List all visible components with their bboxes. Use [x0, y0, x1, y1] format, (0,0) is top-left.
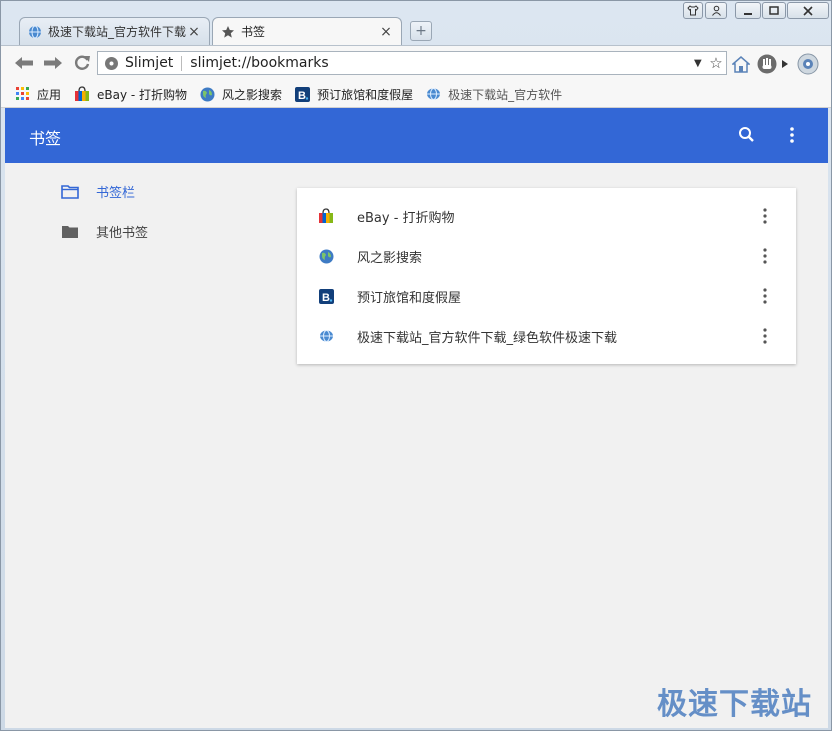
list-item[interactable]: 风之影搜索 [297, 236, 796, 276]
site-name: Slimjet [125, 55, 174, 71]
bookmark-ebay[interactable]: eBay - 打折购物 [74, 86, 187, 103]
apps-grid-icon [16, 87, 29, 100]
shopping-bag-icon [75, 86, 90, 101]
bookmarks-bar: 应用 eBay - 打折购物 风之影搜索 B 预订旅馆和度假屋 极速下载站_官方… [1, 81, 831, 108]
sidebar-item-label: 其他书签 [96, 226, 149, 241]
svg-text:B: B [322, 292, 330, 304]
bookmark-list-card: eBay - 打折购物 风之影搜索 B 预订旅馆和度假屋 极速下载站_官方软件下… [297, 188, 796, 364]
globe-icon [200, 87, 215, 101]
sidebar-item-other-bookmarks[interactable]: 其他书签 [61, 222, 148, 241]
maximize-icon [769, 6, 779, 15]
bookmark-label: 预订旅馆和度假屋 [357, 290, 462, 306]
settings-gear-icon [797, 53, 819, 75]
bookmark-booking[interactable]: B 预订旅馆和度假屋 [295, 86, 413, 103]
tab-bookmarks[interactable]: 书签 × [212, 17, 402, 45]
page-title: 书签 [29, 129, 62, 148]
dropdown-arrow-icon[interactable]: ▼ [694, 58, 706, 69]
shopping-bag-icon [318, 208, 334, 224]
globe-icon [318, 248, 334, 264]
chevron-right-icon [782, 60, 788, 68]
site-info-icon[interactable] [105, 56, 118, 70]
globe-icon [427, 88, 441, 100]
globe-icon [29, 25, 41, 38]
tab-strip: 极速下载站_官方软件下载 × 书签 × + [1, 1, 831, 45]
tab-jisu[interactable]: 极速下载站_官方软件下载 × [19, 17, 210, 45]
close-window-button[interactable] [787, 2, 829, 19]
sidebar-item-label: 书签栏 [96, 186, 136, 201]
star-icon [222, 25, 234, 38]
bookmark-label: 风之影搜索 [222, 87, 283, 102]
forward-arrow-icon [44, 57, 62, 69]
search-icon[interactable] [737, 125, 757, 145]
tab-title: 书签 [241, 25, 266, 39]
more-vert-icon[interactable] [759, 326, 771, 346]
minimize-icon [744, 12, 752, 15]
more-vert-icon[interactable] [759, 246, 771, 266]
home-button[interactable] [731, 54, 751, 74]
settings-button[interactable] [796, 53, 820, 75]
user-button[interactable] [705, 2, 727, 19]
sidebar-item-bookmarks-bar[interactable]: 书签栏 [61, 182, 135, 201]
svg-text:B: B [298, 90, 306, 102]
list-item[interactable]: B 预订旅馆和度假屋 [297, 276, 796, 316]
bookmark-label: eBay - 打折购物 [357, 210, 455, 226]
url-text[interactable]: slimjet://bookmarks [190, 55, 694, 71]
bookmarks-page: 书签 书签栏 其他书签 eBay - 打折购物 风之影搜索 B 预订旅馆和度假屋… [5, 108, 828, 728]
bookmark-label: 极速下载站_官方软件下载_绿色软件极速下载 [357, 330, 618, 346]
bookmark-label: eBay - 打折购物 [97, 87, 188, 102]
close-icon[interactable]: × [379, 24, 393, 40]
globe-icon [318, 328, 334, 344]
minimize-button[interactable] [735, 2, 761, 19]
list-item[interactable]: eBay - 打折购物 [297, 196, 796, 236]
hand-stop-icon [757, 54, 777, 74]
back-button[interactable] [13, 52, 35, 74]
skin-button[interactable] [683, 2, 703, 19]
bookmark-star-icon[interactable]: ☆ [706, 54, 726, 72]
bookmark-label: 极速下载站_官方软件 [448, 87, 563, 102]
reload-button[interactable] [71, 52, 93, 74]
folder-open-icon [61, 184, 79, 199]
booking-icon: B [318, 288, 334, 304]
list-item[interactable]: 极速下载站_官方软件下载_绿色软件极速下载 [297, 316, 796, 356]
back-arrow-icon [15, 57, 33, 69]
bookmark-apps[interactable]: 应用 [16, 86, 61, 103]
bookmark-fengzhiying[interactable]: 风之影搜索 [200, 86, 282, 103]
close-icon [803, 5, 813, 16]
watermark: 极速下载站 [657, 687, 812, 722]
more-tools-arrow[interactable] [780, 54, 790, 74]
tab-title: 极速下载站_官方软件下载 [48, 25, 187, 39]
more-vert-icon[interactable] [759, 286, 771, 306]
reload-icon [74, 55, 90, 70]
close-icon[interactable]: × [187, 24, 201, 40]
separator [181, 55, 183, 71]
browser-window: 极速下载站_官方软件下载 × 书签 × + Slimjet slimjet://… [0, 0, 832, 731]
app-bar: 书签 [5, 108, 828, 163]
bookmark-label: 风之影搜索 [357, 250, 423, 266]
new-tab-button[interactable]: + [410, 21, 432, 41]
user-icon [711, 5, 721, 16]
toolbar: Slimjet slimjet://bookmarks ▼ ☆ [1, 45, 831, 82]
folder-icon [62, 225, 78, 238]
more-vert-icon[interactable] [759, 206, 771, 226]
bookmark-label: 预订旅馆和度假屋 [317, 87, 414, 102]
address-bar[interactable]: Slimjet slimjet://bookmarks ▼ ☆ [97, 51, 727, 75]
adblock-button[interactable] [757, 54, 777, 74]
shirt-icon [687, 5, 699, 16]
bookmark-label: 应用 [37, 87, 62, 102]
booking-icon: B [295, 86, 311, 102]
home-icon [732, 55, 750, 73]
more-vert-icon[interactable] [786, 125, 798, 145]
bookmark-jisu[interactable]: 极速下载站_官方软件 [426, 86, 562, 103]
maximize-button[interactable] [762, 2, 786, 19]
forward-button[interactable] [42, 52, 64, 74]
